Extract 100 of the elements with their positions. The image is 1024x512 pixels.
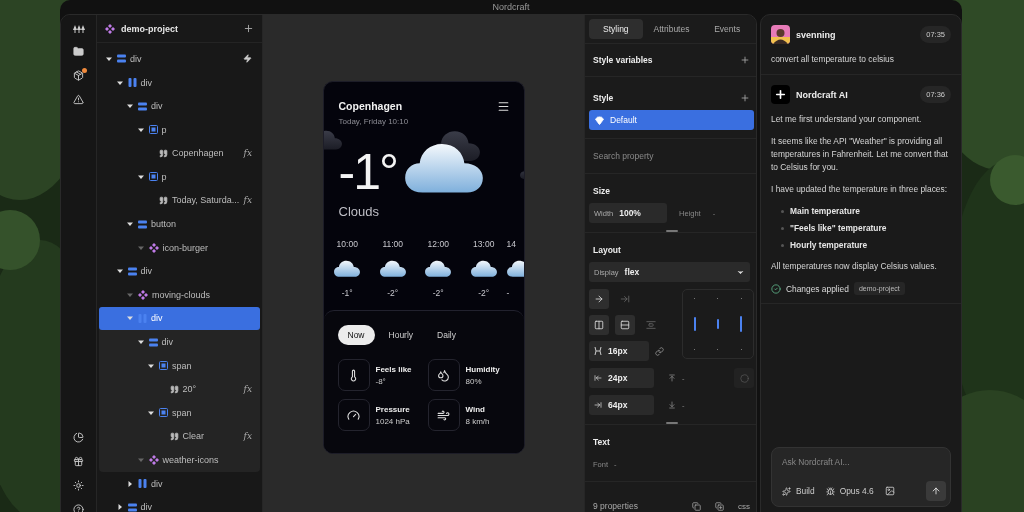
tree-item[interactable]: div	[99, 47, 260, 71]
stat-label: Wind	[465, 404, 486, 414]
mode-button[interactable]: Build	[782, 486, 815, 496]
tree-item[interactable]: Today, Saturda... fx	[99, 188, 260, 213]
tree-item[interactable]: span	[99, 401, 260, 425]
stat-value: 80%	[465, 376, 483, 386]
padding-left-icon	[594, 374, 602, 382]
model-button[interactable]: Opus 4.6	[825, 486, 874, 496]
stat-label: Humidity	[465, 364, 500, 374]
add-icon[interactable]	[243, 23, 254, 35]
status-text: Changes applied	[786, 283, 849, 294]
padding-right-field[interactable]: 64px	[589, 395, 654, 415]
tree-item[interactable]: p	[99, 117, 260, 142]
columns-icon	[594, 320, 604, 330]
component-icon	[138, 289, 148, 300]
list-item: Hourly temperature	[790, 239, 868, 251]
gap-field[interactable]: 16px	[589, 341, 649, 361]
tree-item[interactable]: div	[99, 94, 260, 118]
panel-tab[interactable]: Styling	[589, 19, 643, 39]
trees-icon[interactable]	[72, 25, 85, 33]
tree-item[interactable]: button	[99, 212, 260, 236]
tree-item[interactable]: p	[99, 165, 260, 189]
folder-icon[interactable]	[73, 46, 84, 57]
function-label: fx	[243, 195, 252, 206]
ai-logo	[771, 85, 790, 104]
panel-tab[interactable]: Events	[700, 19, 754, 39]
cloud-icon	[470, 260, 497, 278]
tab[interactable]: Hourly	[378, 325, 424, 346]
css-button[interactable]: css	[738, 501, 750, 511]
message-text: convert all temperature to celsius	[771, 53, 895, 66]
tree-item[interactable]: div	[99, 306, 260, 331]
project-name: demo-project	[121, 23, 179, 34]
hour-temperature: -1°	[341, 288, 353, 299]
style-variant[interactable]: Default	[589, 110, 754, 130]
image-icon[interactable]	[884, 486, 895, 496]
arrow-right-icon	[594, 294, 604, 304]
message-text: I have updated the temperature in three places:	[771, 183, 948, 196]
function-label: fx	[243, 431, 252, 442]
stat-value: 1024 hPa	[375, 416, 410, 426]
date-text: Today, Friday 10:10	[338, 117, 409, 126]
help-icon[interactable]	[73, 504, 84, 512]
block-icon	[159, 361, 168, 371]
package-icon[interactable]	[73, 70, 84, 81]
warning-icon[interactable]	[73, 94, 84, 105]
padding-left-field[interactable]: 24px	[589, 368, 654, 388]
send-button[interactable]	[926, 481, 946, 501]
component-icon	[105, 23, 115, 34]
gauge-icon	[347, 408, 360, 422]
block-icon	[159, 408, 168, 418]
tree-item[interactable]: div	[99, 70, 260, 95]
add-icon[interactable]	[740, 55, 750, 65]
block-icon	[148, 172, 158, 182]
align-button[interactable]	[615, 315, 635, 335]
tree-item[interactable]: span	[99, 353, 260, 378]
gift-icon[interactable]	[73, 456, 84, 467]
flow-button[interactable]	[589, 289, 609, 309]
sun-icon[interactable]	[73, 480, 84, 491]
list-item: Main temperature	[790, 205, 860, 217]
bullet-dot	[781, 209, 784, 213]
tree-item[interactable]: icon-burger	[99, 235, 260, 260]
caret-icon[interactable]	[126, 479, 134, 488]
duplicate-icon[interactable]	[715, 501, 724, 511]
hour-label: 11:00	[382, 239, 404, 249]
link-icon[interactable]	[655, 346, 664, 356]
add-icon[interactable]	[740, 93, 750, 103]
hour-label: 13:00	[473, 239, 495, 249]
tree-item[interactable]: div	[99, 471, 260, 496]
tree-item[interactable]: div	[99, 495, 260, 512]
tree-item[interactable]: Copenhagen fx	[99, 141, 260, 166]
rows-icon	[117, 54, 126, 64]
search-field[interactable]: Search property	[593, 151, 750, 161]
property-count: 9 properties	[593, 501, 639, 511]
menu-icon[interactable]	[496, 100, 510, 113]
chat-input[interactable]: Ask Nordcraft AI...	[782, 457, 946, 467]
component-icon	[148, 242, 159, 253]
bullet-dot	[781, 226, 784, 230]
tree-item[interactable]: 20° fx	[99, 377, 260, 402]
hour-temperature: -2°	[478, 288, 490, 299]
tree-item[interactable]: moving-clouds	[99, 283, 260, 307]
stat-label: Pressure	[375, 404, 410, 414]
quote-icon	[169, 431, 179, 441]
tab[interactable]: Now	[337, 325, 375, 346]
rows-icon	[148, 337, 158, 347]
tab[interactable]: Daily	[427, 325, 466, 346]
copy-icon[interactable]	[692, 501, 701, 511]
arrow-up-icon	[931, 486, 941, 496]
align-button[interactable]	[589, 315, 609, 335]
pie-chart-icon[interactable]	[73, 432, 84, 443]
section-title: Text	[593, 437, 611, 447]
tree-item[interactable]: div	[99, 259, 260, 284]
tree-item[interactable]: weather-icons	[99, 448, 260, 472]
list-item: "Feels like" temperature	[790, 222, 887, 234]
columns-icon	[127, 78, 137, 87]
stat-value: 8 km/h	[465, 416, 490, 426]
cloud-icon	[425, 260, 452, 278]
tree-item[interactable]: Clear fx	[99, 424, 260, 449]
message-text: It seems like the API "Weather" is providing all temperatures in Fahrenheit. Let me convert that to Celsius for you.	[771, 135, 949, 174]
rows-icon	[127, 502, 137, 512]
panel-tab[interactable]: Attributes	[644, 19, 699, 39]
tree-item[interactable]: div	[99, 330, 260, 354]
